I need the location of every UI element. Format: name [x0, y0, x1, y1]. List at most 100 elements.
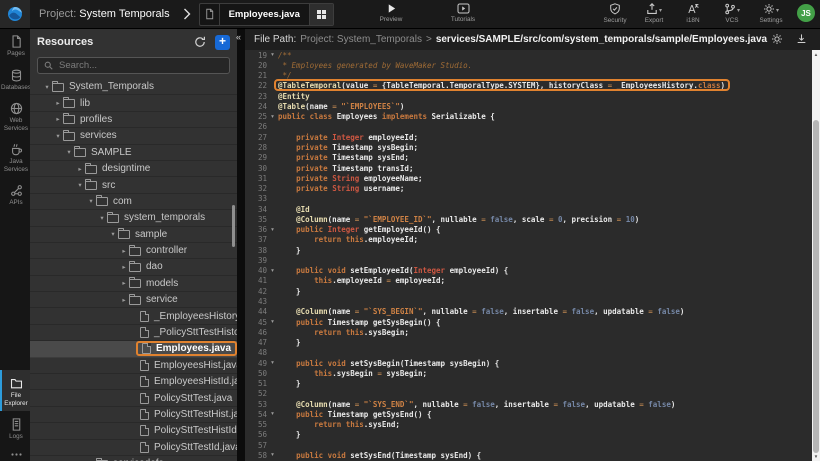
code-line: 52	[245, 389, 812, 399]
tree-item-policystttesthist-java[interactable]: PolicySttTestHist.java	[30, 407, 237, 423]
gear-icon[interactable]	[771, 33, 783, 45]
tree-item-policystttestid-java[interactable]: PolicySttTestId.java	[30, 440, 237, 456]
code-line-text: /**	[278, 51, 292, 60]
code-line: 34 @Id	[245, 204, 812, 214]
tree-item-controller[interactable]: ▸controller	[30, 243, 237, 259]
sidebar-item-file-explorer[interactable]: File Explorer	[0, 370, 30, 411]
editor-scrollbar[interactable]: ▲ ▼	[812, 50, 820, 461]
chevron-expanded-icon[interactable]: ▾	[86, 197, 96, 205]
file-icon	[140, 311, 149, 322]
tree-item-dao[interactable]: ▸dao	[30, 259, 237, 275]
tree-item-employeeshist-java[interactable]: EmployeesHist.java	[30, 358, 237, 374]
add-resource-button[interactable]: +	[215, 35, 230, 50]
file-icon	[140, 360, 149, 371]
settings-button[interactable]: ▾Settings	[758, 3, 784, 24]
tutorials-button[interactable]: Tutorials	[440, 3, 486, 23]
code-line: 42 }	[245, 286, 812, 296]
code-fold-icon[interactable]: ▾	[267, 360, 278, 366]
sidebar-item-apis[interactable]: APIs	[0, 177, 30, 211]
code-fold-icon[interactable]: ▾	[267, 52, 278, 58]
tree-item-lib[interactable]: ▸lib	[30, 95, 237, 111]
download-icon[interactable]	[796, 33, 807, 45]
tree-item-system-temporals[interactable]: ▾System_Temporals	[30, 79, 237, 95]
code-fold-icon[interactable]: ▾	[267, 268, 278, 274]
line-number: 28	[245, 143, 267, 152]
resources-title: Resources	[37, 36, 194, 48]
line-number: 20	[245, 61, 267, 70]
refresh-icon[interactable]	[194, 36, 206, 48]
search-input[interactable]	[57, 59, 223, 72]
line-number: 45	[245, 318, 267, 327]
sidebar-item-web-services[interactable]: Web Services	[0, 95, 30, 136]
resources-scrollbar-thumb[interactable]	[232, 205, 235, 247]
chevron-collapsed-icon[interactable]: ▸	[119, 279, 129, 287]
tree-item-service[interactable]: ▸service	[30, 292, 237, 308]
code-fold-icon[interactable]: ▾	[267, 114, 278, 120]
user-avatar[interactable]: JS	[797, 4, 815, 22]
tree-item-com[interactable]: ▾com	[30, 194, 237, 210]
security-button[interactable]: Security	[602, 3, 628, 24]
tree-item-sample[interactable]: ▾sample	[30, 227, 237, 243]
chevron-collapsed-icon[interactable]: ▸	[119, 247, 129, 255]
tree-item-employeeshistid-java[interactable]: EmployeesHistId.java	[30, 374, 237, 390]
chevron-collapsed-icon[interactable]: ▸	[119, 296, 129, 304]
tree-item-system-temporals[interactable]: ▾system_temporals	[30, 210, 237, 226]
editor-scrollbar-thumb[interactable]	[813, 120, 819, 453]
code-fold-icon[interactable]: ▾	[267, 227, 278, 233]
wavemaker-logo[interactable]	[0, 0, 30, 28]
code-line-text: private Timestamp sysBegin;	[278, 143, 418, 152]
tree-item-policystttest-java[interactable]: PolicySttTest.java	[30, 390, 237, 406]
chevron-collapsed-icon[interactable]: ▸	[53, 99, 63, 107]
tree-item-profiles[interactable]: ▸profiles	[30, 112, 237, 128]
tree-item-designtime[interactable]: ▸designtime	[30, 161, 237, 177]
wavemaker-studio-window: Project:System Temporals Employees.java …	[0, 0, 820, 461]
tab-employees-java[interactable]: Employees.java	[199, 3, 334, 26]
code-line-text: private String employeeName;	[278, 174, 423, 183]
sidebar-item-more[interactable]	[0, 445, 30, 461]
chevron-expanded-icon[interactable]: ▾	[75, 181, 85, 189]
code-fold-icon[interactable]: ▾	[267, 319, 278, 325]
tree-item-sample[interactable]: ▾SAMPLE	[30, 145, 237, 161]
preview-button[interactable]: Preview	[368, 3, 414, 23]
line-number: 19	[245, 51, 267, 60]
sidebar-item-logs[interactable]: Logs	[0, 411, 30, 445]
scroll-down-icon[interactable]: ▼	[812, 452, 820, 461]
code-line-text: private String username;	[278, 184, 404, 193]
line-number: 49	[245, 359, 267, 368]
tree-item-policystttesthistid-java[interactable]: PolicySttTestHistId.java	[30, 423, 237, 439]
folder-icon	[85, 181, 97, 190]
collapse-panel-icon[interactable]: «	[236, 32, 241, 42]
code-line-text: @Column(name = "`SYS_END`", nullable = f…	[278, 400, 675, 409]
tree-item-src[interactable]: ▾src	[30, 177, 237, 193]
code-line: 51 }	[245, 379, 812, 389]
tree-item--policystttesthistory-java[interactable]: _PolicySttTestHistory.java	[30, 325, 237, 341]
scroll-up-icon[interactable]: ▲	[812, 50, 820, 59]
grid-icon[interactable]	[309, 4, 333, 25]
tree-item--employeeshistory-java[interactable]: _EmployeesHistory.java	[30, 308, 237, 324]
chevron-collapsed-icon[interactable]: ▸	[119, 263, 129, 271]
code-fold-icon[interactable]: ▾	[267, 452, 278, 458]
chevron-expanded-icon[interactable]: ▾	[42, 83, 52, 91]
chevron-expanded-icon[interactable]: ▾	[64, 148, 74, 156]
tree-item-employees-java[interactable]: Employees.java	[30, 341, 237, 357]
vcs-button[interactable]: ▾VCS	[719, 3, 745, 24]
i18n-button[interactable]: i18N	[680, 3, 706, 24]
chevron-collapsed-icon[interactable]: ▸	[53, 115, 63, 123]
tree-item-services[interactable]: ▾services	[30, 128, 237, 144]
line-number: 52	[245, 389, 267, 398]
line-number: 34	[245, 205, 267, 214]
export-button[interactable]: ▾Export	[641, 3, 667, 24]
tree-item-servicedefs[interactable]: ▸servicedefs	[30, 456, 237, 461]
sidebar-item-java-services[interactable]: Java Services	[0, 136, 30, 177]
code-area[interactable]: 19▾/**20 * Employees generated by WaveMa…	[245, 50, 812, 461]
tree-item-models[interactable]: ▸models	[30, 276, 237, 292]
code-fold-icon[interactable]: ▾	[267, 411, 278, 417]
chevron-collapsed-icon[interactable]: ▸	[75, 165, 85, 173]
chevron-expanded-icon[interactable]: ▾	[53, 132, 63, 140]
chevron-expanded-icon[interactable]: ▾	[108, 230, 118, 238]
file-path-value: services/SAMPLE/src/com/system_temporals…	[436, 34, 767, 45]
code-line: 29 private Timestamp sysEnd;	[245, 153, 812, 163]
sidebar-item-pages[interactable]: Pages	[0, 28, 30, 62]
sidebar-item-databases[interactable]: Databases	[0, 62, 30, 96]
chevron-expanded-icon[interactable]: ▾	[97, 214, 107, 222]
